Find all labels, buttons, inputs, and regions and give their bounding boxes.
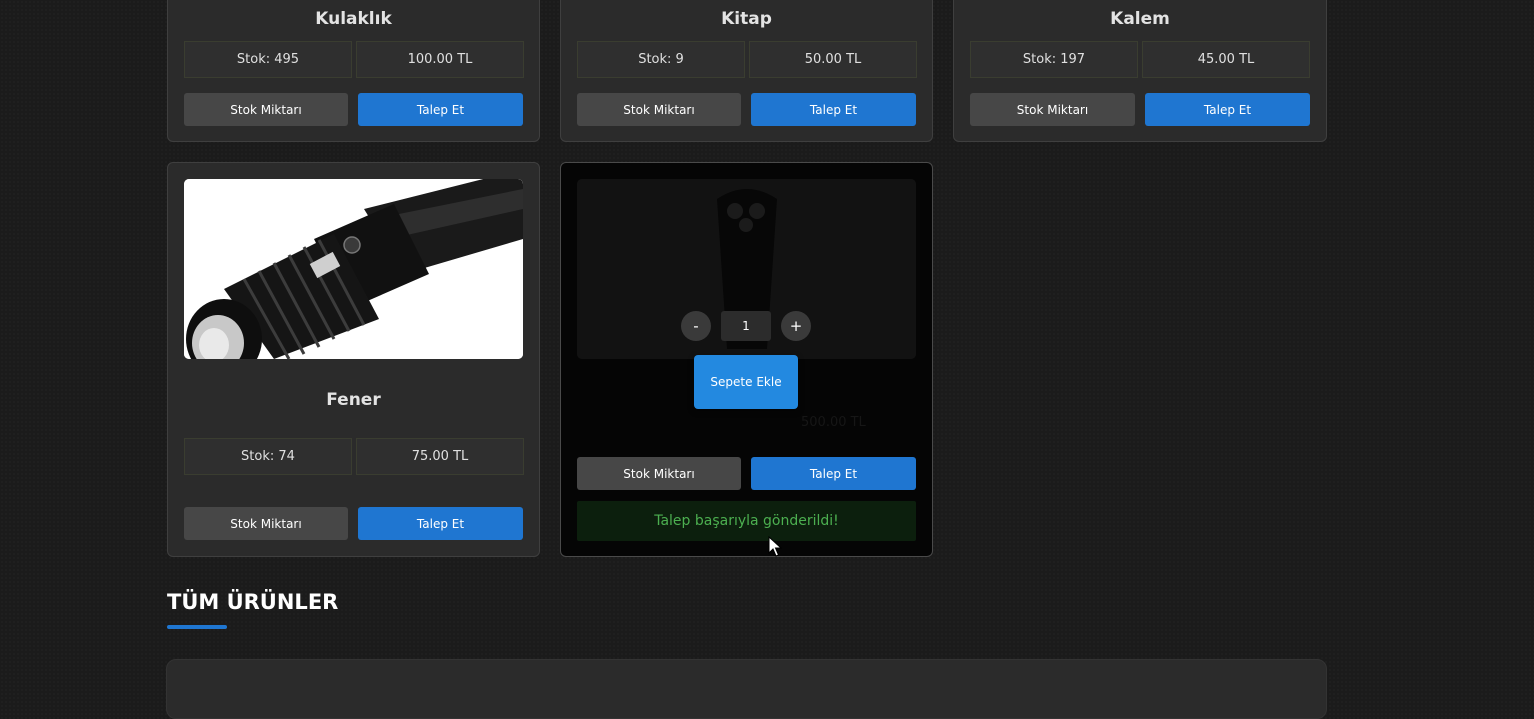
price-info: 50.00 TL [749,41,917,78]
request-button[interactable]: Talep Et [1145,93,1310,126]
product-card-kalem: Kalem Stok: 197 45.00 TL Stok Miktarı Ta… [953,0,1327,142]
all-products-panel [166,659,1327,719]
mouse-cursor-icon [768,536,782,557]
price-info: 75.00 TL [356,438,524,475]
product-name: Fener [326,390,381,410]
stock-amount-button[interactable]: Stok Miktarı [184,93,348,126]
request-button[interactable]: Talep Et [751,93,916,126]
stock-amount-button[interactable]: Stok Miktarı [577,457,741,490]
product-card-kulaklik: Kulaklık Stok: 495 100.00 TL Stok Miktar… [167,0,540,142]
price-info: 45.00 TL [1142,41,1310,78]
increase-quantity-button[interactable]: + [781,311,811,341]
product-card-kitap: Kitap Stok: 9 50.00 TL Stok Miktarı Tale… [560,0,933,142]
section-title: TÜM ÜRÜNLER [167,590,339,614]
flashlight-image [184,179,523,359]
product-card-overlay: - + Sepete Ekle 500.00 TL Stok Miktarı T… [560,162,933,557]
stock-info: Stok: 495 [184,41,352,78]
stock-amount-button[interactable]: Stok Miktarı [577,93,741,126]
add-to-cart-button[interactable]: Sepete Ekle [694,355,798,409]
request-button[interactable]: Talep Et [751,457,916,490]
section-underline [167,625,227,629]
price-info: 100.00 TL [356,41,524,78]
success-message: Talep başarıyla gönderildi! [577,501,916,541]
product-name: Kulaklık [315,9,392,29]
quantity-input[interactable] [721,311,771,341]
decrease-quantity-button[interactable]: - [681,311,711,341]
stock-amount-button[interactable]: Stok Miktarı [970,93,1135,126]
stock-info: Stok: 9 [577,41,745,78]
product-card-fener: Fener Stok: 74 75.00 TL Stok Miktarı Tal… [167,162,540,557]
faded-price: 500.00 TL [801,415,866,430]
request-button[interactable]: Talep Et [358,93,523,126]
product-name: Kitap [721,9,772,29]
stock-amount-button[interactable]: Stok Miktarı [184,507,348,540]
stock-info: Stok: 197 [970,41,1138,78]
request-button[interactable]: Talep Et [358,507,523,540]
stock-info: Stok: 74 [184,438,352,475]
product-name: Kalem [1110,9,1170,29]
